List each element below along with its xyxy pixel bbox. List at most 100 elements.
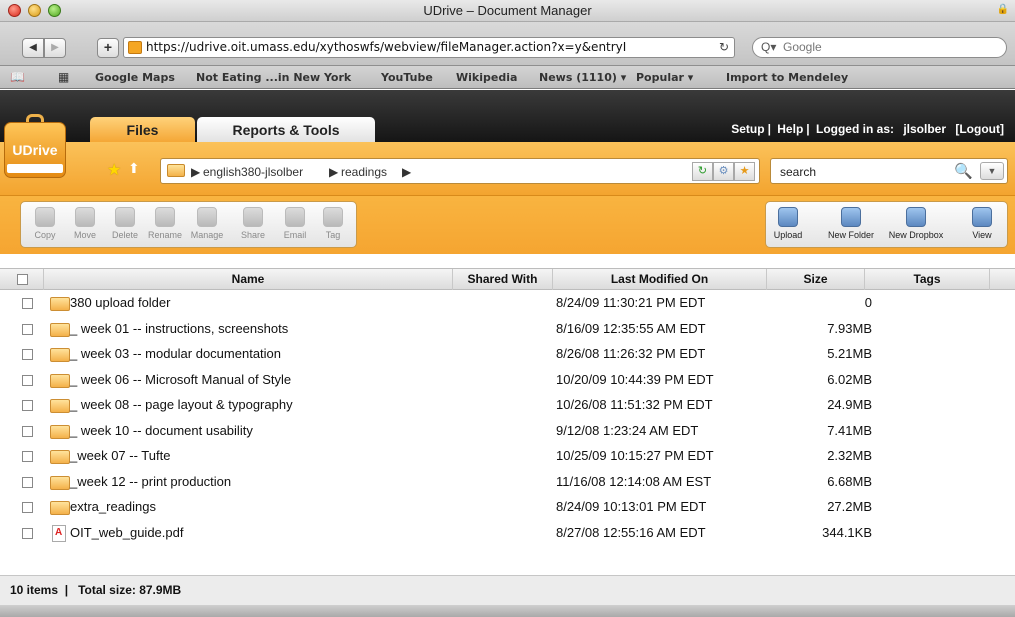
browser-toolbar: ◀ ▶ + https://udrive.oit.umass.edu/xytho… [0,22,1015,66]
add-bookmark-button[interactable]: + [97,38,119,58]
delete-button[interactable]: Delete [105,207,145,240]
copy-button[interactable]: Copy [25,207,65,240]
crumb-readings[interactable]: readings [341,165,387,179]
delete-icon [115,207,135,227]
bookmark-popular[interactable]: Popular ▾ [636,71,693,84]
row-checkbox[interactable] [22,527,33,539]
folder-icon [50,373,70,388]
refresh-icon[interactable]: ↻ [692,162,713,181]
row-checkbox[interactable] [22,374,33,386]
row-checkbox[interactable] [22,476,33,488]
file-name[interactable]: extra_readings [70,499,156,514]
logo-strip [7,164,63,173]
search-dropdown-icon[interactable]: ▼ [980,162,1004,180]
table-row[interactable]: _ week 06 -- Microsoft Manual of Style 10… [0,368,1015,393]
row-checkbox[interactable] [22,323,33,335]
file-name[interactable]: 380 upload folder [70,295,170,310]
new-dropbox-button[interactable]: New Dropbox [884,207,948,240]
upload-button[interactable]: Upload [768,207,808,240]
google-search-input[interactable]: Q▾ Google [752,37,1007,58]
table-row[interactable]: extra_readings 8/24/09 10:13:01 PM EDT 27.… [0,495,1015,520]
row-checkbox[interactable] [22,451,33,462]
item-count: 10 items [10,583,59,597]
email-button[interactable]: Email [275,207,315,240]
bookmark-star-icon[interactable]: ★ [734,162,755,181]
file-size: 5.21MB [827,346,872,361]
table-row[interactable]: 380 upload folder 8/24/09 11:30:21 PM EDT… [0,291,1015,316]
file-name[interactable]: _week 07 -- Tufte [70,448,170,463]
table-row[interactable]: OIT_web_guide.pdf 8/27/08 12:55:16 AM EDT… [0,521,1015,546]
column-size[interactable]: Size [767,269,865,290]
column-name[interactable]: Name [44,269,453,290]
table-row[interactable]: _ week 10 -- document usability 9/12/08 1… [0,419,1015,444]
table-row[interactable]: _week 07 -- Tufte 10/25/09 10:15:27 PM ED… [0,444,1015,469]
bookmarks-book-icon[interactable]: 📖 [10,70,25,84]
upload-icon [778,207,798,227]
bookmark-wikipedia[interactable]: Wikipedia [456,71,517,84]
bookmark-google-maps[interactable]: Google Maps [95,71,175,84]
file-name[interactable]: _week 12 -- print production [70,474,231,489]
crumb-english380[interactable]: english380-jlsolber [203,165,303,179]
file-name[interactable]: _ week 03 -- modular documentation [70,346,281,361]
table-row[interactable]: _ week 01 -- instructions, screenshots 8/… [0,317,1015,342]
status-footer: 10 items | Total size: 87.9MB [0,575,1015,605]
url-bar[interactable]: https://udrive.oit.umass.edu/xythoswfs/w… [123,37,735,58]
row-checkbox[interactable] [22,502,33,513]
up-folder-icon[interactable]: ⬆ [128,160,140,177]
bookmark-youtube[interactable]: YouTube [381,71,433,84]
top-sites-grid-icon[interactable]: ▦ [58,70,69,84]
file-size: 0 [864,295,872,310]
new-dropbox-icon [906,207,926,227]
tag-button[interactable]: Tag [313,207,353,240]
username: jlsolber [903,122,947,136]
table-row[interactable]: _week 12 -- print production 11/16/08 12:… [0,470,1015,495]
row-checkbox[interactable] [22,400,33,411]
tab-files[interactable]: Files [90,117,195,143]
settings-gear-icon[interactable]: ⚙ [713,162,734,181]
google-search-placeholder: Google [783,40,822,54]
pdf-file-icon [52,524,66,542]
header-links: Setup | Help | Logged in as: jlsolber [Log… [731,122,1004,136]
footer-separator: | [61,583,75,597]
share-button[interactable]: Share [233,207,273,240]
file-size: 6.02MB [827,371,872,387]
forward-button[interactable]: ▶ [44,38,66,58]
file-name[interactable]: _ week 08 -- page layout & typography [70,397,293,412]
search-input[interactable]: search 🔍 ▼ [770,158,1008,184]
crumb-arrow-icon[interactable]: ▶ [402,165,411,179]
logout-link[interactable]: [Logout] [955,122,1004,136]
setup-link[interactable]: Setup [731,122,764,136]
bookmark-not-eating[interactable]: Not Eating ...in New York [196,71,351,84]
udrive-logo: UDrive [4,112,66,182]
file-name[interactable]: _ week 01 -- instructions, screenshots [70,321,288,336]
table-row[interactable]: _ week 03 -- modular documentation 8/26/0… [0,342,1015,367]
view-button[interactable]: View [962,207,1002,240]
column-last-modified[interactable]: Last Modified On [553,269,767,290]
select-all-checkbox[interactable] [17,274,28,285]
column-shared-with[interactable]: Shared With [453,269,553,290]
window-titlebar: UDrive – Document Manager 🔒 [0,0,1015,22]
row-checkbox[interactable] [22,298,33,309]
file-modified: 10/26/08 11:51:32 PM EDT [556,397,713,412]
folder-icon [167,164,185,177]
new-folder-button[interactable]: New Folder [822,207,880,240]
table-row[interactable]: _ week 08 -- page layout & typography 10/… [0,393,1015,418]
move-button[interactable]: Move [65,207,105,240]
file-name[interactable]: OIT_web_guide.pdf [70,525,183,540]
search-icon[interactable]: 🔍 [954,162,973,180]
tab-reports-tools[interactable]: Reports & Tools [197,117,375,143]
bookmark-import-mendeley[interactable]: Import to Mendeley [726,71,848,84]
back-button[interactable]: ◀ [22,38,44,58]
file-name[interactable]: _ week 10 -- document usability [70,423,253,438]
reload-icon[interactable]: ↻ [714,38,729,57]
manage-button[interactable]: Manage [187,207,227,240]
favorite-star-icon[interactable]: ★ [107,160,121,180]
bookmark-news[interactable]: News (1110) ▾ [539,71,626,84]
help-link[interactable]: Help [777,122,803,136]
file-name[interactable]: _ week 06 -- Microsoft Manual of Style [70,372,291,387]
rename-button[interactable]: Rename [145,207,185,240]
create-actions-group: Upload New Folder New Dropbox View [765,201,1008,248]
row-checkbox[interactable] [22,349,33,360]
column-tags[interactable]: Tags [865,269,990,290]
row-checkbox[interactable] [22,425,33,437]
